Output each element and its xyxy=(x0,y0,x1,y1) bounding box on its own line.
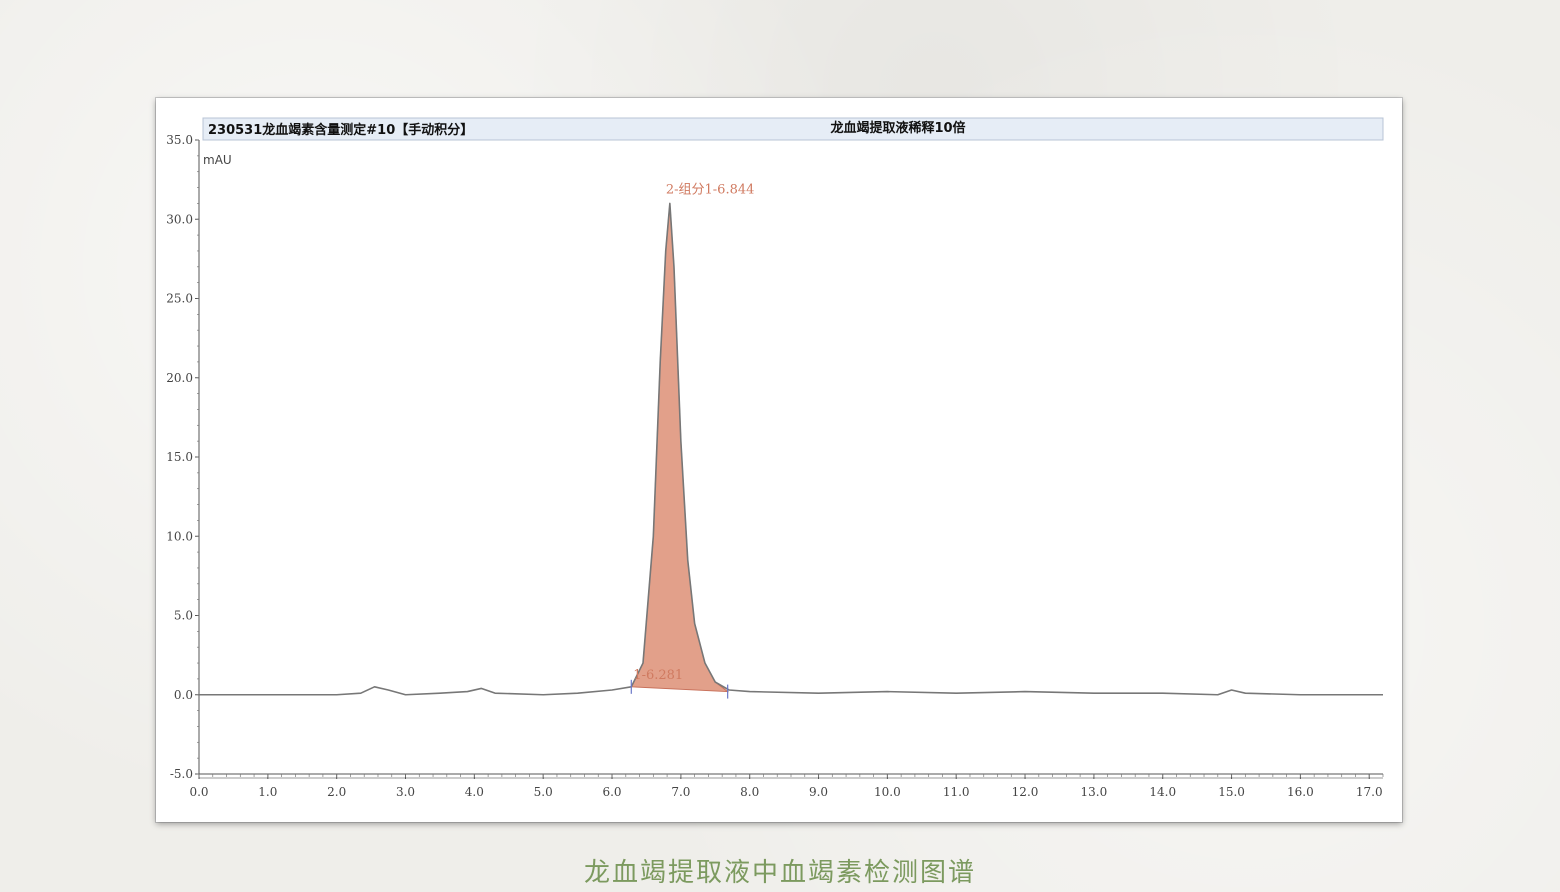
figure-caption: 龙血竭提取液中血竭素检测图谱 xyxy=(583,858,976,888)
x-tick-label: 12.0 xyxy=(1012,785,1039,799)
chromatogram-trace xyxy=(199,202,1383,696)
y-tick-label: -5.0 xyxy=(170,767,193,781)
y-tick-label: 25.0 xyxy=(166,292,193,306)
peak-annotation: 1-6.281 xyxy=(633,668,683,683)
header-right-title: 龙血竭提取液稀释10倍 xyxy=(830,120,965,136)
y-tick-label: 20.0 xyxy=(166,371,193,385)
y-tick-label: 0.0 xyxy=(174,688,193,702)
x-tick-label: 1.0 xyxy=(258,785,277,799)
y-tick-label: 15.0 xyxy=(166,450,193,464)
x-tick-label: 10.0 xyxy=(874,785,901,799)
x-tick-label: 2.0 xyxy=(327,785,346,799)
x-tick-label: 7.0 xyxy=(671,785,690,799)
x-tick-label: 14.0 xyxy=(1149,785,1176,799)
y-tick-label: 5.0 xyxy=(174,609,193,623)
x-tick-label: 16.0 xyxy=(1287,785,1314,799)
peak-annotation: 2-组分1-6.844 xyxy=(666,182,755,197)
x-tick-label: 0.0 xyxy=(189,785,208,799)
y-axis-unit-label: mAU xyxy=(203,153,232,167)
x-tick-label: 8.0 xyxy=(740,785,759,799)
x-tick-label: 17.0 xyxy=(1356,785,1383,799)
y-tick-label: 10.0 xyxy=(166,529,193,543)
header-left-title: 230531龙血竭素含量测定#10【手动积分】 xyxy=(208,122,473,138)
y-tick-label: 30.0 xyxy=(166,212,193,226)
x-tick-label: 3.0 xyxy=(396,785,415,799)
x-tick-label: 15.0 xyxy=(1218,785,1245,799)
x-tick-label: 13.0 xyxy=(1081,785,1108,799)
y-tick-label: 35.0 xyxy=(166,133,193,147)
chromatogram-chart: 230531龙血竭素含量测定#10【手动积分】 龙血竭提取液稀释10倍 mAU … xyxy=(166,117,1384,799)
x-tick-label: 11.0 xyxy=(943,785,970,799)
x-tick-label: 6.0 xyxy=(602,785,621,799)
chromatogram-panel: 230531龙血竭素含量测定#10【手动积分】 龙血竭提取液稀释10倍 mAU … xyxy=(156,98,1402,822)
integrated-peak-area xyxy=(630,203,730,693)
x-tick-label: 5.0 xyxy=(534,785,553,799)
x-tick-label: 9.0 xyxy=(809,785,828,799)
x-tick-label: 4.0 xyxy=(465,785,484,799)
